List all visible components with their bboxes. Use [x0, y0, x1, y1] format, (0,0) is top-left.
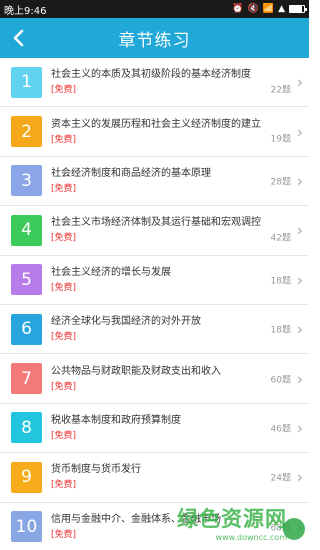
chapter-number-badge: 6	[11, 313, 42, 345]
question-count: 42题	[270, 233, 291, 244]
status-time: 晚上9:46	[4, 5, 47, 17]
status-icons: ⏰ 🔇 📶 ▲	[232, 3, 307, 14]
chapter-number-badge: 2	[11, 116, 42, 148]
chapter-title: 社会主义市场经济体制及其运行基础和宏观调控	[51, 217, 261, 229]
chapter-title: 社会经济制度和商品经济的基本原理	[51, 167, 211, 179]
chapter-title: 社会主义经济的增长与发展	[51, 266, 171, 278]
chapter-title: 公共物品与财政职能及财政支出和收入	[51, 365, 221, 377]
chevron-right-icon: ›	[296, 122, 303, 142]
chevron-right-icon: ›	[296, 517, 303, 537]
app-bar: 章节练习	[0, 18, 309, 58]
chapter-item[interactable]: 10 信用与金融中介、金融体系、金融市场 [免费] 68题 ›	[0, 503, 309, 550]
chevron-right-icon: ›	[296, 319, 303, 339]
battery-icon	[289, 5, 307, 13]
chapter-number-badge: 5	[11, 264, 42, 296]
chapter-title: 经济全球化与我国经济的对外开放	[51, 316, 201, 328]
chapter-title: 资本主义的发展历程和社会主义经济制度的建立	[51, 118, 261, 130]
chapter-number-badge: 8	[11, 412, 42, 444]
chapter-number-badge: 10	[11, 511, 42, 543]
chapter-item[interactable]: 2 资本主义的发展历程和社会主义经济制度的建立 [免费] 19题 ›	[0, 107, 309, 157]
chapter-number-badge: 1	[11, 66, 42, 98]
chapter-number-badge: 3	[11, 165, 42, 197]
chevron-right-icon: ›	[296, 72, 303, 92]
question-count: 60题	[270, 375, 291, 386]
free-badge: [免费]	[51, 134, 77, 145]
chapter-number-badge: 4	[11, 214, 42, 246]
free-badge: [免费]	[51, 430, 77, 441]
chapter-item[interactable]: 4 社会主义市场经济体制及其运行基础和宏观调控 [免费] 42题 ›	[0, 206, 309, 256]
chapter-item[interactable]: 9 货币制度与货币发行 [免费] 24题 ›	[0, 453, 309, 503]
page-title: 章节练习	[118, 30, 191, 51]
chapter-item[interactable]: 5 社会主义经济的增长与发展 [免费] 18题 ›	[0, 256, 309, 305]
chapter-title: 税收基本制度和政府预算制度	[51, 414, 181, 426]
battery-level	[290, 6, 302, 12]
chevron-right-icon: ›	[296, 418, 303, 438]
free-badge: [免费]	[51, 480, 77, 491]
question-count: 28题	[270, 177, 291, 188]
chapter-title: 社会主义的本质及其初级阶段的基本经济制度	[51, 69, 251, 81]
signal-icon: ▲	[278, 3, 285, 14]
chapter-title: 信用与金融中介、金融体系、金融市场	[51, 513, 221, 525]
mute-icon: 🔇	[247, 3, 259, 14]
question-count: 18题	[270, 276, 291, 287]
free-badge: [免费]	[51, 183, 77, 194]
chevron-right-icon: ›	[296, 467, 303, 487]
chevron-left-icon	[13, 29, 24, 47]
question-count: 24题	[270, 473, 291, 484]
free-badge: [免费]	[51, 332, 77, 343]
chevron-right-icon: ›	[296, 220, 303, 240]
chapter-item[interactable]: 1 社会主义的本质及其初级阶段的基本经济制度 [免费] 22题 ›	[0, 58, 309, 108]
chapter-item[interactable]: 3 社会经济制度和商品经济的基本原理 [免费] 28题 ›	[0, 157, 309, 207]
question-count: 18题	[270, 325, 291, 336]
free-badge: [免费]	[51, 282, 77, 293]
status-bar: 晚上9:46 ⏰ 🔇 📶 ▲	[0, 0, 309, 18]
question-count: 19题	[270, 134, 291, 145]
chapter-number-badge: 7	[11, 363, 42, 395]
back-button[interactable]	[0, 18, 36, 58]
chapter-number-badge: 9	[11, 461, 42, 493]
chapter-item[interactable]: 7 公共物品与财政职能及财政支出和收入 [免费] 60题 ›	[0, 354, 309, 404]
chapter-item[interactable]: 6 经济全球化与我国经济的对外开放 [免费] 18题 ›	[0, 305, 309, 355]
free-badge: [免费]	[51, 529, 77, 540]
free-badge: [免费]	[51, 85, 77, 96]
chevron-right-icon: ›	[296, 369, 303, 389]
chevron-right-icon: ›	[296, 171, 303, 191]
chapter-item[interactable]: 8 税收基本制度和政府预算制度 [免费] 46题 ›	[0, 404, 309, 454]
question-count: 46题	[270, 424, 291, 435]
alarm-icon: ⏰	[232, 3, 244, 14]
free-badge: [免费]	[51, 233, 77, 244]
free-badge: [免费]	[51, 381, 77, 392]
chapter-title: 货币制度与货币发行	[51, 464, 141, 476]
question-count: 68题	[270, 523, 291, 534]
wifi-icon: 📶	[262, 3, 275, 14]
chapter-list: 1 社会主义的本质及其初级阶段的基本经济制度 [免费] 22题 › 2 资本主义…	[0, 58, 309, 550]
question-count: 22题	[270, 85, 291, 96]
chevron-right-icon: ›	[296, 270, 303, 290]
